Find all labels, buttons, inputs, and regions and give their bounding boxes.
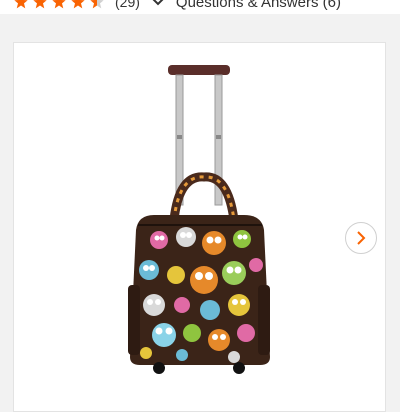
review-count[interactable]: (29)	[115, 0, 140, 10]
product-image-gallery	[13, 42, 386, 412]
next-image-button[interactable]	[345, 222, 377, 254]
half-star-icon	[90, 0, 104, 9]
star-icon	[52, 0, 66, 9]
questions-answers-link[interactable]: Questions & Answers (6)	[176, 0, 341, 11]
chevron-right-icon	[357, 231, 366, 245]
product-image[interactable]	[124, 65, 274, 375]
star-icon	[71, 0, 85, 9]
chevron-down-icon[interactable]	[152, 0, 166, 9]
rating-bar: (29) Questions & Answers (6)	[0, 0, 400, 14]
star-rating[interactable]	[13, 0, 105, 10]
star-icon	[33, 0, 47, 9]
star-icon	[14, 0, 28, 9]
